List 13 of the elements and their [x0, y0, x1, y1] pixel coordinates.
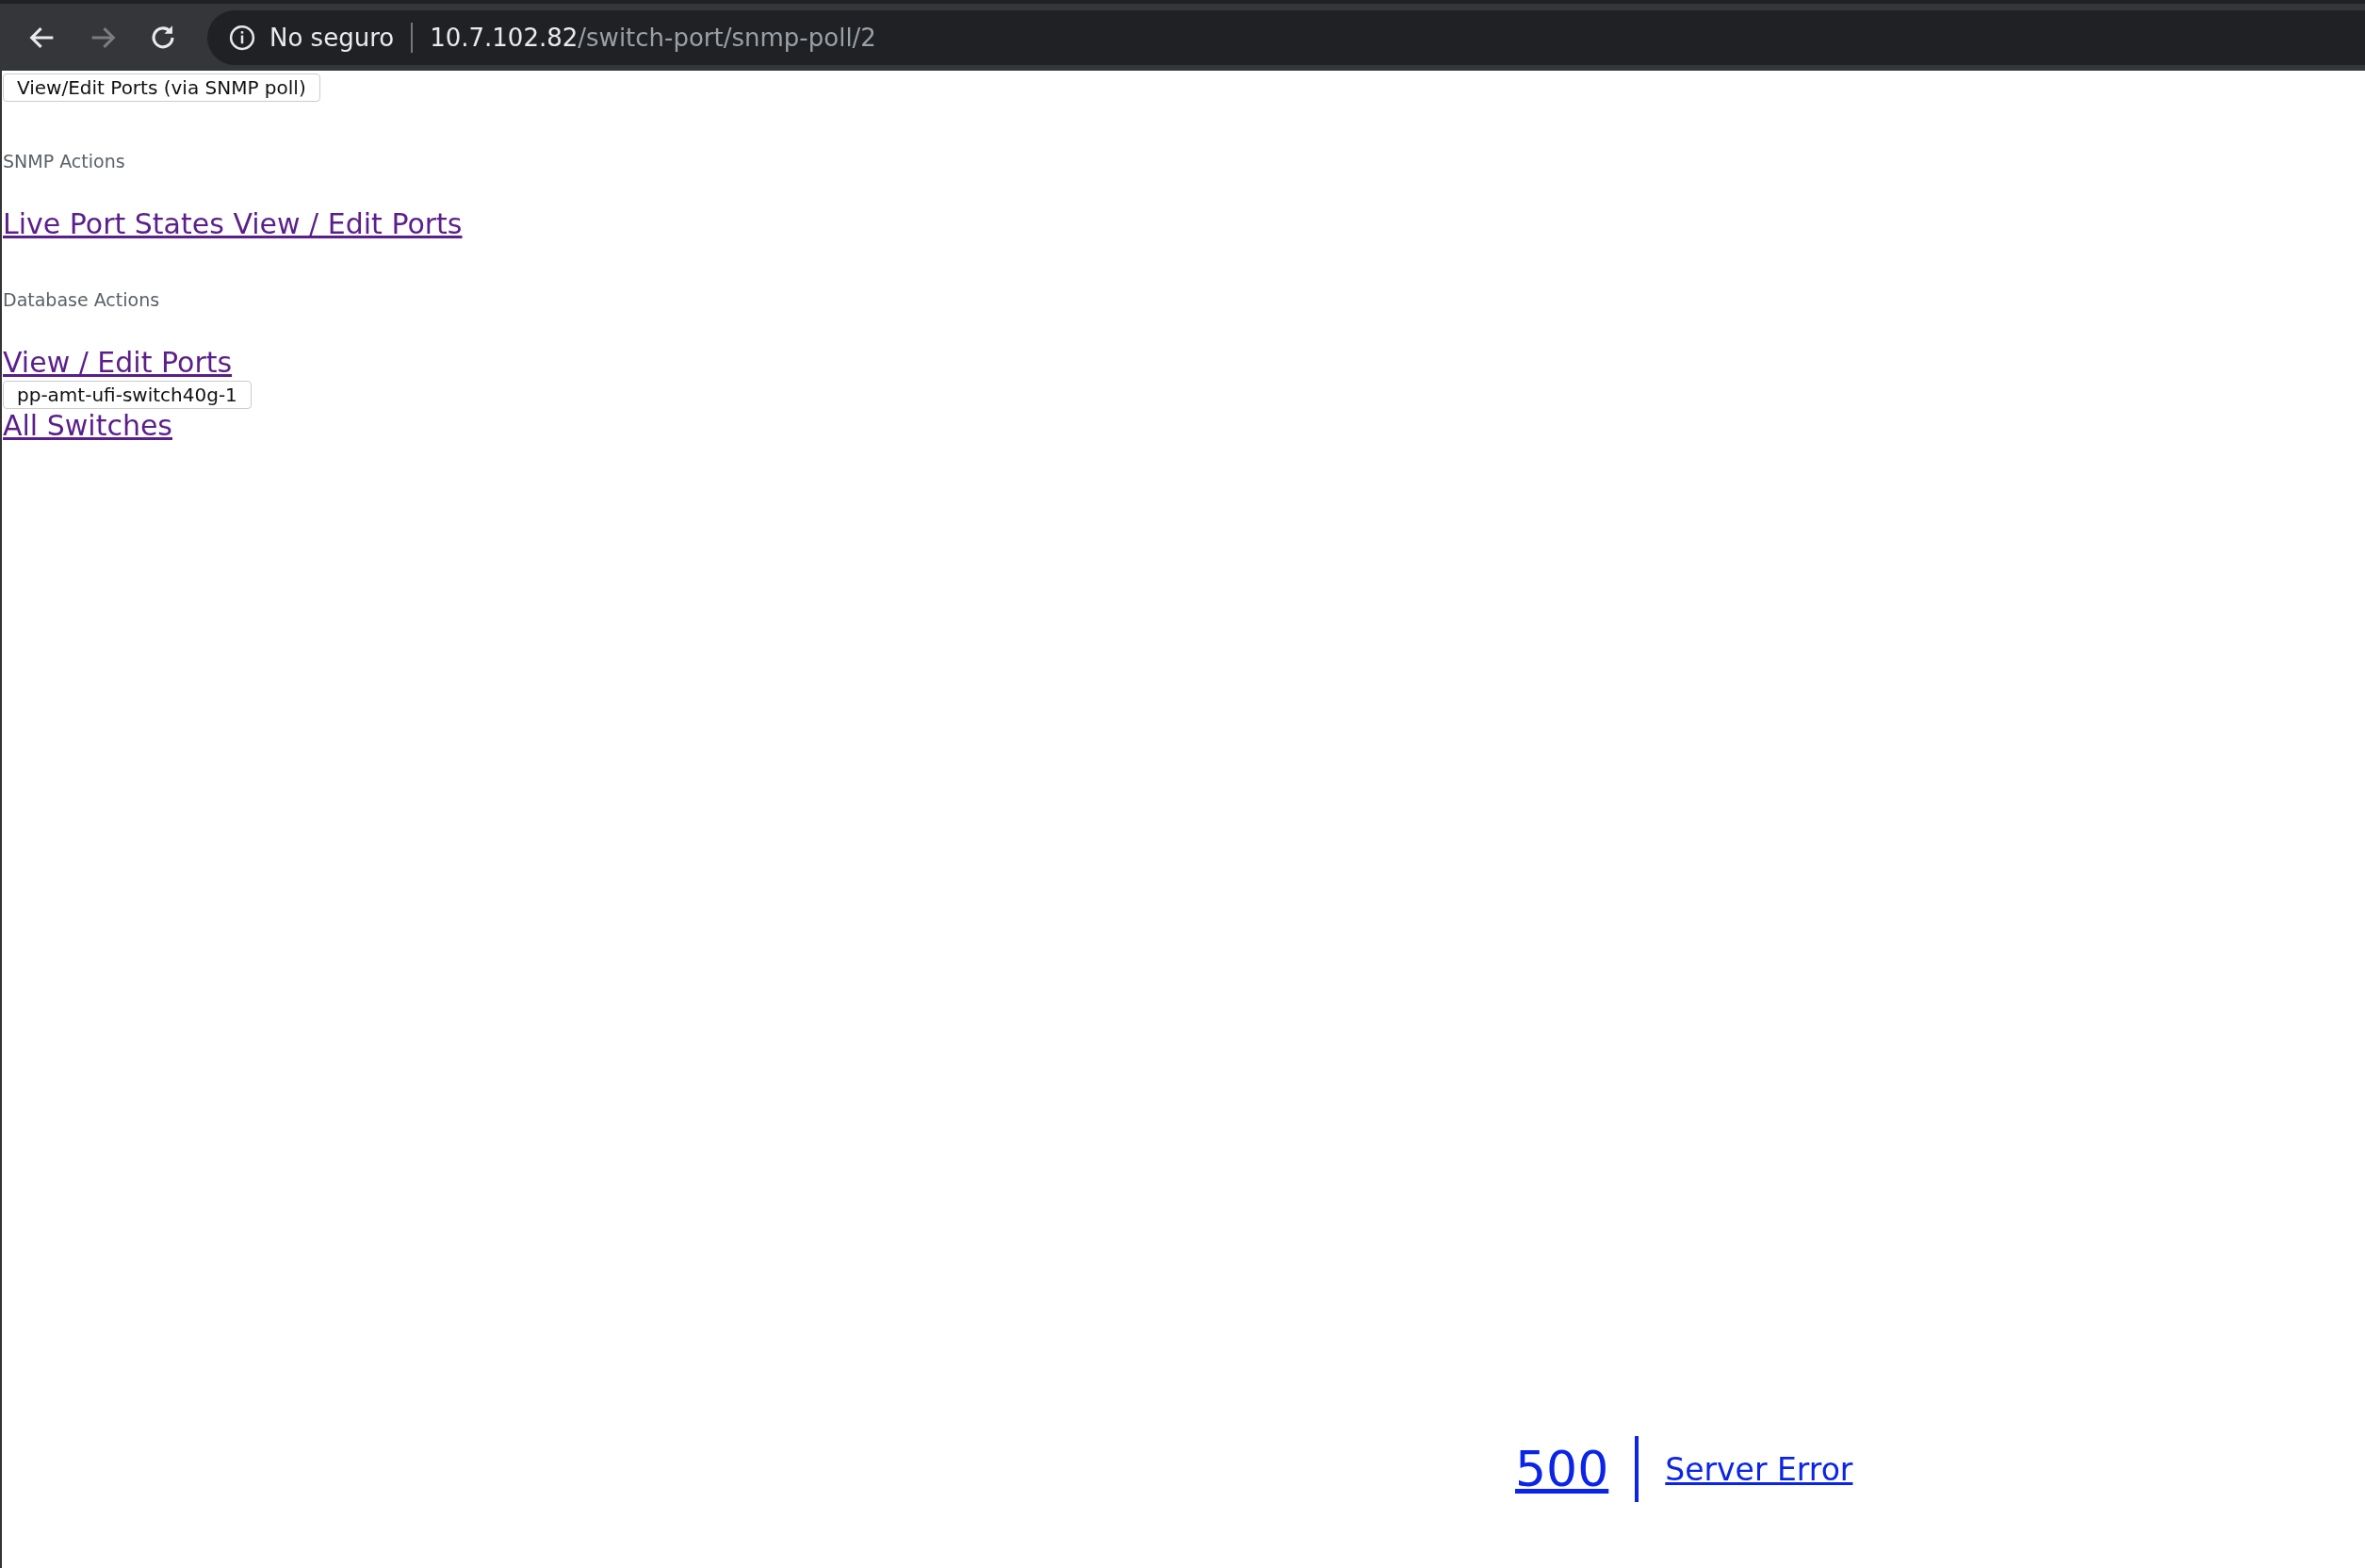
- error-message[interactable]: Server Error: [1665, 1450, 1853, 1488]
- page-link[interactable]: Live Port States View / Edit Ports: [3, 207, 463, 240]
- all-switches-link[interactable]: All Switches: [3, 409, 172, 442]
- security-label: No seguro: [269, 23, 395, 52]
- view-edit-ports-button[interactable]: View/Edit Ports (via SNMP poll): [3, 74, 320, 102]
- switch-button[interactable]: pp-amt-ufi-switch40g-1: [3, 381, 252, 409]
- info-icon[interactable]: [228, 23, 256, 52]
- url-text: 10.7.102.82/switch-port/snmp-poll/2: [430, 23, 876, 52]
- error-code[interactable]: 500: [1515, 1441, 1609, 1497]
- section-heading: SNMP Actions: [3, 151, 125, 172]
- page-link[interactable]: View / Edit Ports: [3, 346, 233, 379]
- section-heading: Database Actions: [3, 289, 160, 310]
- address-bar[interactable]: No seguro 10.7.102.82/switch-port/snmp-poll/2: [207, 9, 2365, 65]
